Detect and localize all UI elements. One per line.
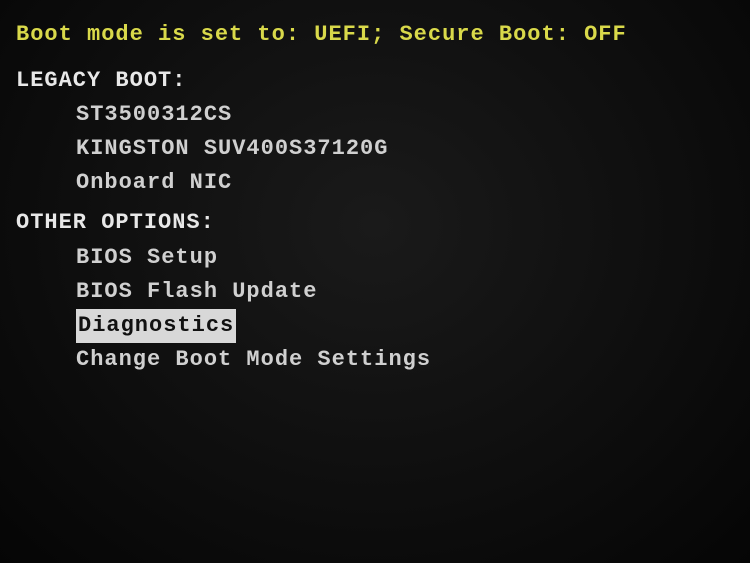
- status-mode: UEFI: [314, 22, 371, 47]
- status-separator: ;: [371, 22, 385, 47]
- legacy-boot-header: LEGACY BOOT:: [16, 64, 734, 98]
- legacy-boot-item[interactable]: KINGSTON SUV400S37120G: [76, 132, 734, 166]
- secure-boot-state: OFF: [584, 22, 627, 47]
- boot-mode-status: Boot mode is set to: UEFI; Secure Boot: …: [16, 18, 734, 52]
- status-prefix: Boot mode is set to:: [16, 22, 300, 47]
- secure-boot-label: Secure Boot:: [399, 22, 569, 47]
- other-option-bios-setup[interactable]: BIOS Setup: [76, 241, 734, 275]
- other-options-header: OTHER OPTIONS:: [16, 206, 734, 240]
- other-option-bios-flash-update[interactable]: BIOS Flash Update: [76, 275, 734, 309]
- boot-menu-screen: Boot mode is set to: UEFI; Secure Boot: …: [0, 0, 750, 395]
- other-option-diagnostics[interactable]: Diagnostics: [76, 309, 236, 343]
- legacy-boot-item[interactable]: ST3500312CS: [76, 98, 734, 132]
- legacy-boot-item[interactable]: Onboard NIC: [76, 166, 734, 200]
- other-option-change-boot-mode[interactable]: Change Boot Mode Settings: [76, 343, 734, 377]
